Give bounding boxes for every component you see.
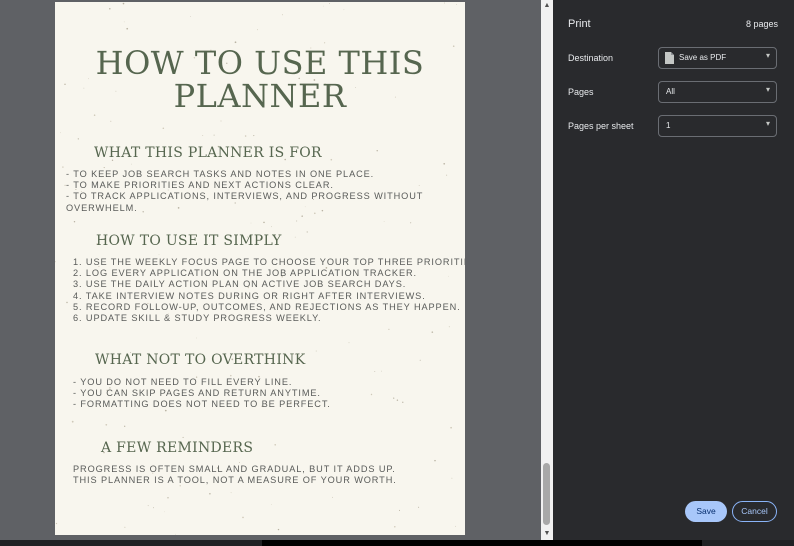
- bottom-edge: [0, 540, 794, 546]
- preview-scrollbar[interactable]: ▲ ▼: [541, 0, 553, 540]
- text-line: 3. USE THE DAILY ACTION PLAN ON ACTIVE J…: [73, 279, 407, 290]
- section-body-purpose: - TO KEEP JOB SEARCH TASKS AND NOTES IN …: [66, 169, 423, 214]
- text-line: THIS PLANNER IS A TOOL, NOT A MEASURE OF…: [73, 475, 397, 486]
- text-line: 6. UPDATE SKILL & STUDY PROGRESS WEEKLY.: [73, 312, 322, 323]
- section-heading-not-overthink: WHAT NOT TO OVERTHINK: [95, 352, 306, 368]
- planner-title-line-2: PLANNER: [173, 77, 347, 115]
- text-line: - FORMATTING DOES NOT NEED TO BE PERFECT…: [73, 399, 331, 410]
- document-icon: [665, 52, 674, 64]
- cancel-button[interactable]: Cancel: [732, 501, 777, 522]
- scrollbar-thumb[interactable]: [543, 463, 550, 525]
- print-preview-area: HOW TO USE THIS PLANNER WHAT THIS PLANNE…: [0, 0, 541, 540]
- print-settings-panel: Print 8 pages Destination Save as PDF ▾ …: [553, 0, 794, 540]
- section-body-usage: 1. USE THE WEEKLY FOCUS PAGE TO CHOOSE Y…: [73, 257, 465, 324]
- section-body-reminders: PROGRESS IS OFTEN SMALL AND GRADUAL, BUT…: [73, 464, 397, 486]
- text-line: 1. USE THE WEEKLY FOCUS PAGE TO CHOOSE Y…: [73, 257, 465, 267]
- text-line: 2. LOG EVERY APPLICATION ON THE JOB APPL…: [73, 268, 417, 279]
- chevron-down-icon: ▾: [765, 119, 770, 128]
- preview-page: HOW TO USE THIS PLANNER WHAT THIS PLANNE…: [55, 2, 465, 535]
- section-body-not-overthink: - YOU DO NOT NEED TO FILL EVERY LINE. - …: [73, 377, 331, 411]
- destination-label: Destination: [568, 53, 614, 63]
- pages-select[interactable]: All ▾: [658, 81, 777, 103]
- pages-per-sheet-label: Pages per sheet: [568, 121, 634, 131]
- scroll-down-arrow-icon[interactable]: ▼: [541, 528, 553, 540]
- scroll-up-arrow-icon[interactable]: ▲: [541, 0, 553, 12]
- text-line: - TO KEEP JOB SEARCH TASKS AND NOTES IN …: [66, 169, 375, 179]
- section-heading-purpose: WHAT THIS PLANNER IS FOR: [94, 145, 322, 161]
- text-line: OVERWHELM.: [66, 202, 138, 213]
- section-heading-usage: HOW TO USE IT SIMPLY: [96, 233, 282, 249]
- bottom-edge-segment: [262, 540, 702, 546]
- save-button[interactable]: Save: [685, 501, 727, 522]
- pages-per-sheet-value: 1: [666, 121, 671, 130]
- text-line: PROGRESS IS OFTEN SMALL AND GRADUAL, BUT…: [73, 464, 396, 474]
- pages-value: All: [666, 87, 675, 96]
- destination-select[interactable]: Save as PDF ▾: [658, 47, 777, 69]
- text-line: - YOU CAN SKIP PAGES AND RETURN ANYTIME.: [73, 388, 321, 399]
- sheet-count: 8 pages: [745, 19, 778, 29]
- print-dialog-title: Print: [568, 18, 591, 30]
- pages-label: Pages: [568, 87, 594, 97]
- text-line: - YOU DO NOT NEED TO FILL EVERY LINE.: [73, 377, 293, 387]
- destination-value: Save as PDF: [679, 53, 727, 62]
- text-line: 5. RECORD FOLLOW-UP, OUTCOMES, AND REJEC…: [73, 301, 461, 312]
- chevron-down-icon: ▾: [765, 85, 770, 94]
- text-line: 4. TAKE INTERVIEW NOTES DURING OR RIGHT …: [73, 290, 426, 301]
- text-line: - TO TRACK APPLICATIONS, INTERVIEWS, AND…: [66, 191, 424, 202]
- pages-per-sheet-select[interactable]: 1 ▾: [658, 115, 777, 137]
- planner-title-line-1: HOW TO USE THIS: [95, 44, 425, 82]
- section-heading-reminders: A FEW REMINDERS: [101, 440, 254, 456]
- chevron-down-icon: ▾: [765, 51, 770, 60]
- text-line: - TO MAKE PRIORITIES AND NEXT ACTIONS CL…: [66, 180, 334, 191]
